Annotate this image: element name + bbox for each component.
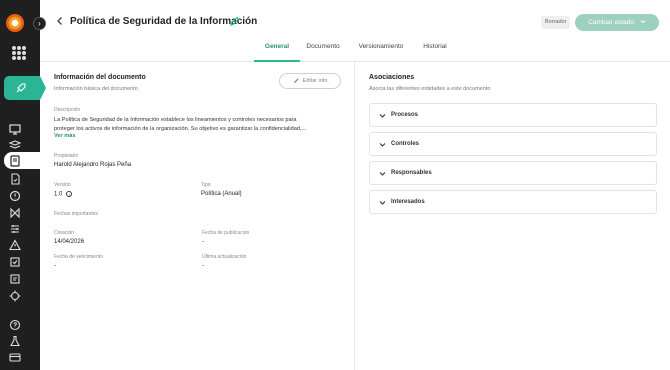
version-label: Versión (54, 182, 71, 188)
description-line-2: proteger los activos de información de l… (54, 126, 307, 132)
sidebar-item-help[interactable] (8, 318, 22, 332)
accordion-label: Responsables (391, 170, 432, 176)
sidebar-collapse-button[interactable]: › (33, 17, 46, 30)
chevron-down-icon (379, 143, 386, 147)
sidebar-item-bowtie[interactable] (8, 206, 22, 220)
file-check-icon (11, 173, 20, 185)
help-circle-icon (9, 319, 21, 331)
monitor-icon (9, 124, 21, 135)
accordion-label: Interesados (391, 199, 425, 205)
crosshair-icon (9, 290, 21, 302)
accordion-label: Procesos (391, 112, 419, 118)
type-value: Política (Anual) (201, 191, 242, 197)
alert-circle-icon (9, 190, 21, 202)
created-label: Creación (54, 230, 75, 236)
description-text: La Política de Seguridad de la Informaci… (54, 116, 344, 134)
tab-documento[interactable]: Documento (304, 41, 342, 62)
updated-value: - (202, 263, 204, 269)
accordion-controles[interactable]: Controles (369, 132, 657, 156)
sidebar-item-documents[interactable] (8, 154, 22, 168)
accordion-responsables[interactable]: Responsables (369, 161, 657, 185)
owner-label: Propietario (54, 153, 79, 159)
rocket-icon (16, 83, 26, 93)
expiry-label: Fecha de vencimiento (54, 254, 103, 260)
report-icon (10, 274, 20, 284)
accordion-label: Controles (391, 141, 420, 147)
chevron-down-icon (640, 20, 646, 24)
sliders-icon (11, 225, 19, 233)
pencil-icon[interactable] (229, 16, 240, 27)
sidebar-item-warnings[interactable] (8, 238, 22, 252)
sidebar-item-file-check[interactable] (8, 172, 22, 186)
flask-icon (10, 335, 20, 347)
book-icon (10, 155, 20, 167)
tab-versionamiento[interactable]: Versionamiento (357, 41, 405, 62)
published-label: Fecha de publicacion (202, 230, 250, 236)
app-logo[interactable] (6, 14, 24, 32)
apps-grid-icon[interactable] (12, 46, 26, 60)
back-button[interactable] (56, 15, 64, 29)
type-label: Tipo (201, 182, 211, 188)
version-value-row: 1.0 i (54, 191, 73, 198)
sidebar-item-reports[interactable] (8, 272, 22, 286)
chevron-left-icon (57, 17, 62, 25)
sidebar-item-settings-sliders[interactable] (8, 222, 22, 236)
document-info-title: Información del documento (54, 74, 146, 81)
chevron-down-icon (379, 172, 386, 176)
sidebar-item-active-module[interactable] (4, 76, 46, 100)
associations-subtitle: Asocia las diferentes entidades a este d… (369, 86, 491, 92)
tab-general[interactable]: General (254, 41, 300, 62)
layers-icon (8, 140, 22, 149)
document-info-panel: Información del documento Información bá… (40, 62, 355, 370)
edit-info-button[interactable]: Editar info (279, 73, 341, 89)
sidebar (0, 0, 46, 370)
dates-heading: Fechas importantes (54, 211, 98, 217)
sidebar-item-billing[interactable] (8, 350, 22, 364)
chevron-down-icon (379, 201, 386, 205)
bowtie-icon (10, 207, 20, 219)
sidebar-item-tasks[interactable] (8, 255, 22, 269)
expiry-value: - (54, 263, 56, 269)
associations-panel: Asociaciones Asocia las diferentes entid… (356, 62, 670, 370)
description-label: Descripción (54, 107, 81, 113)
warning-triangle-icon (9, 239, 21, 251)
sidebar-item-monitor[interactable] (8, 122, 22, 136)
info-icon[interactable]: i (66, 191, 73, 197)
change-status-button[interactable]: Cambiar estado (575, 14, 659, 31)
page-header: Política de Seguridad de la Información … (40, 0, 670, 62)
description-line-1: La Política de Seguridad de la Informaci… (54, 117, 297, 123)
updated-label: Última actualización (202, 254, 247, 260)
owner-value: Harold Alejandro Rojas Peña (54, 162, 132, 168)
see-more-link[interactable]: Ver más (54, 133, 75, 139)
sidebar-item-lab[interactable] (8, 334, 22, 348)
pencil-icon (293, 78, 299, 84)
sidebar-item-layers[interactable] (8, 138, 22, 152)
tab-historial[interactable]: Historial (419, 41, 451, 62)
document-info-subtitle: Información básica del documento (54, 86, 138, 92)
accordion-procesos[interactable]: Procesos (369, 103, 657, 127)
accordion-interesados[interactable]: Interesados (369, 190, 657, 214)
sidebar-item-target[interactable] (8, 289, 22, 303)
checkbox-icon (10, 257, 20, 267)
created-value: 14/04/2026 (54, 239, 85, 245)
sidebar-item-alerts[interactable] (8, 189, 22, 203)
credit-card-icon (9, 353, 21, 362)
chevron-down-icon (379, 114, 386, 118)
change-status-label: Cambiar estado (588, 19, 635, 26)
version-value: 1.0 (54, 191, 63, 198)
associations-title: Asociaciones (369, 74, 415, 81)
edit-info-label: Editar info (302, 78, 328, 84)
tab-bar: General Documento Versionamiento Histori… (40, 41, 670, 62)
status-badge: Borrador (541, 16, 571, 29)
published-value: - (202, 239, 204, 245)
